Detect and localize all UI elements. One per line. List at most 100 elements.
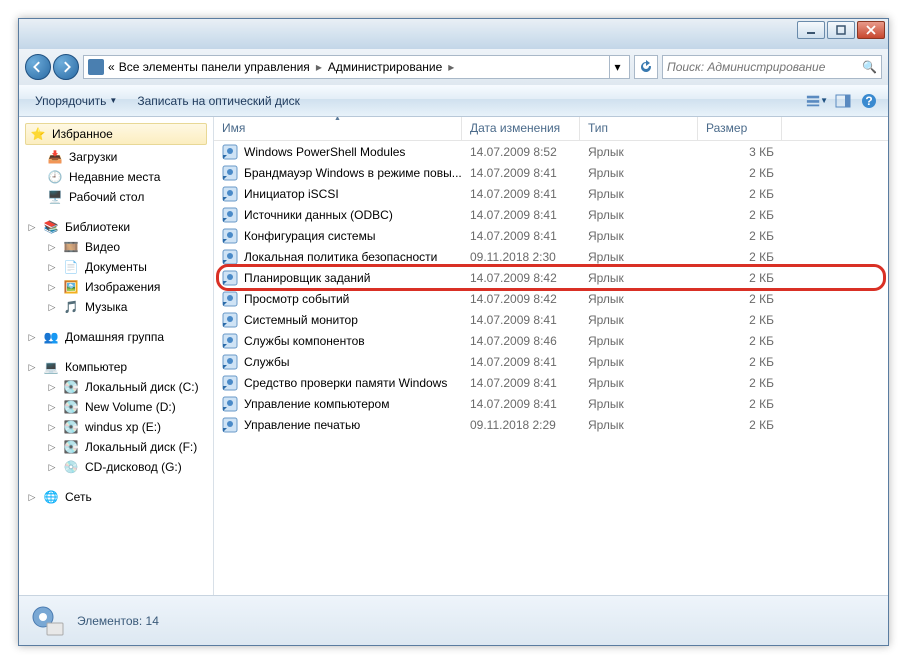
expand-icon[interactable]: ▷: [47, 382, 57, 393]
view-button[interactable]: ▼: [806, 90, 828, 112]
sidebar-item[interactable]: ▷💽New Volume (D:): [19, 397, 213, 417]
maximize-button[interactable]: [827, 21, 855, 39]
expand-icon[interactable]: ▷: [47, 302, 57, 313]
expand-icon[interactable]: ▷: [47, 242, 57, 253]
breadcrumb-current[interactable]: Администрирование: [328, 60, 442, 74]
address-bar: « Все элементы панели управления ▸ Админ…: [19, 49, 888, 85]
column-type[interactable]: Тип: [580, 117, 698, 140]
file-type: Ярлык: [580, 145, 698, 159]
file-row[interactable]: Службы14.07.2009 8:41Ярлык2 КБ: [214, 351, 888, 372]
file-row[interactable]: Управление компьютером14.07.2009 8:41Ярл…: [214, 393, 888, 414]
file-name: Средство проверки памяти Windows: [244, 376, 447, 390]
column-size[interactable]: Размер: [698, 117, 782, 140]
file-type: Ярлык: [580, 292, 698, 306]
file-size: 2 КБ: [698, 418, 782, 432]
expand-icon[interactable]: ▷: [47, 442, 57, 453]
sidebar-libraries-header[interactable]: ▷ 📚 Библиотеки: [19, 217, 213, 237]
file-row[interactable]: Службы компонентов14.07.2009 8:46Ярлык2 …: [214, 330, 888, 351]
shortcut-icon: [222, 396, 238, 412]
drive-icon: 💽: [63, 379, 79, 395]
file-size: 2 КБ: [698, 334, 782, 348]
file-row[interactable]: Источники данных (ODBC)14.07.2009 8:41Яр…: [214, 204, 888, 225]
shortcut-icon: [222, 375, 238, 391]
shortcut-icon: [222, 165, 238, 181]
sidebar-item[interactable]: ▷🖼️Изображения: [19, 277, 213, 297]
preview-pane-button[interactable]: [832, 90, 854, 112]
file-name-cell: Windows PowerShell Modules: [214, 144, 462, 160]
column-name[interactable]: Имя: [214, 117, 462, 140]
sidebar-item[interactable]: ▷💿CD-дисковод (G:): [19, 457, 213, 477]
file-row[interactable]: Планировщик заданий14.07.2009 8:42Ярлык2…: [214, 267, 888, 288]
sidebar-item[interactable]: 🖥️Рабочий стол: [19, 187, 213, 207]
file-row[interactable]: Управление печатью09.11.2018 2:29Ярлык2 …: [214, 414, 888, 435]
file-row[interactable]: Инициатор iSCSI14.07.2009 8:41Ярлык2 КБ: [214, 183, 888, 204]
file-type: Ярлык: [580, 187, 698, 201]
svg-text:?: ?: [865, 94, 872, 108]
expand-icon[interactable]: ▷: [47, 462, 57, 473]
sidebar-item-label: Недавние места: [69, 170, 160, 184]
close-button[interactable]: [857, 21, 885, 39]
file-name: Управление компьютером: [244, 397, 389, 411]
sidebar-item[interactable]: ▷🎵Музыка: [19, 297, 213, 317]
expand-icon[interactable]: ▷: [27, 222, 37, 233]
minimize-button[interactable]: [797, 21, 825, 39]
refresh-button[interactable]: [634, 55, 658, 79]
file-row[interactable]: Брандмауэр Windows в режиме повы...14.07…: [214, 162, 888, 183]
search-input[interactable]: [667, 60, 862, 74]
sidebar-item[interactable]: 🕘Недавние места: [19, 167, 213, 187]
sidebar-item[interactable]: ▷💽Локальный диск (C:): [19, 377, 213, 397]
file-size: 2 КБ: [698, 271, 782, 285]
file-name-cell: Системный монитор: [214, 312, 462, 328]
file-name-cell: Управление компьютером: [214, 396, 462, 412]
sidebar-item[interactable]: ▷🎞️Видео: [19, 237, 213, 257]
sidebar-network-header[interactable]: ▷ 🌐 Сеть: [19, 487, 213, 507]
sidebar-label: Сеть: [65, 490, 92, 504]
file-row[interactable]: Windows PowerShell Modules14.07.2009 8:5…: [214, 141, 888, 162]
sidebar-homegroup: ▷ 👥 Домашняя группа: [19, 327, 213, 347]
expand-icon[interactable]: ▷: [47, 422, 57, 433]
sidebar-item[interactable]: ▷💽windus xp (E:): [19, 417, 213, 437]
forward-button[interactable]: [53, 54, 79, 80]
file-name-cell: Локальная политика безопасности: [214, 249, 462, 265]
sidebar-computer-header[interactable]: ▷ 💻 Компьютер: [19, 357, 213, 377]
file-row[interactable]: Системный монитор14.07.2009 8:41Ярлык2 К…: [214, 309, 888, 330]
shortcut-icon: [222, 207, 238, 223]
expand-icon[interactable]: ▷: [27, 362, 37, 373]
drive-icon: 💽: [63, 439, 79, 455]
file-type: Ярлык: [580, 355, 698, 369]
computer-icon: 💻: [43, 359, 59, 375]
sidebar-item[interactable]: ▷📄Документы: [19, 257, 213, 277]
drive-icon: 💽: [63, 419, 79, 435]
expand-icon[interactable]: ▷: [27, 332, 37, 343]
file-row[interactable]: Локальная политика безопасности09.11.201…: [214, 246, 888, 267]
back-button[interactable]: [25, 54, 51, 80]
breadcrumb-dropdown[interactable]: ▾: [609, 56, 625, 78]
sidebar-item-label: Музыка: [85, 300, 127, 314]
breadcrumb-parent[interactable]: Все элементы панели управления: [119, 60, 310, 74]
file-row[interactable]: Конфигурация системы14.07.2009 8:41Ярлык…: [214, 225, 888, 246]
file-size: 3 КБ: [698, 145, 782, 159]
expand-icon[interactable]: ▷: [27, 492, 37, 503]
search-box[interactable]: 🔍: [662, 55, 882, 79]
organize-button[interactable]: Упорядочить▼: [27, 89, 125, 113]
sidebar-homegroup-header[interactable]: ▷ 👥 Домашняя группа: [19, 327, 213, 347]
burn-label: Записать на оптический диск: [137, 94, 300, 108]
shortcut-icon: [222, 291, 238, 307]
burn-button[interactable]: Записать на оптический диск: [129, 89, 308, 113]
homegroup-icon: 👥: [43, 329, 59, 345]
file-row[interactable]: Средство проверки памяти Windows14.07.20…: [214, 372, 888, 393]
shortcut-icon: [222, 354, 238, 370]
file-name-cell: Конфигурация системы: [214, 228, 462, 244]
breadcrumb[interactable]: « Все элементы панели управления ▸ Админ…: [83, 55, 630, 79]
expand-icon[interactable]: ▷: [47, 262, 57, 273]
sidebar-item[interactable]: 📥Загрузки: [19, 147, 213, 167]
help-button[interactable]: ?: [858, 90, 880, 112]
expand-icon[interactable]: ▷: [47, 282, 57, 293]
sidebar-favorites-header[interactable]: ⭐ Избранное: [25, 123, 207, 145]
sidebar-item[interactable]: ▷💽Локальный диск (F:): [19, 437, 213, 457]
sidebar-computer: ▷ 💻 Компьютер ▷💽Локальный диск (C:)▷💽New…: [19, 357, 213, 477]
file-row[interactable]: Просмотр событий14.07.2009 8:42Ярлык2 КБ: [214, 288, 888, 309]
column-date[interactable]: Дата изменения: [462, 117, 580, 140]
breadcrumb-prefix: «: [108, 60, 115, 74]
expand-icon[interactable]: ▷: [47, 402, 57, 413]
